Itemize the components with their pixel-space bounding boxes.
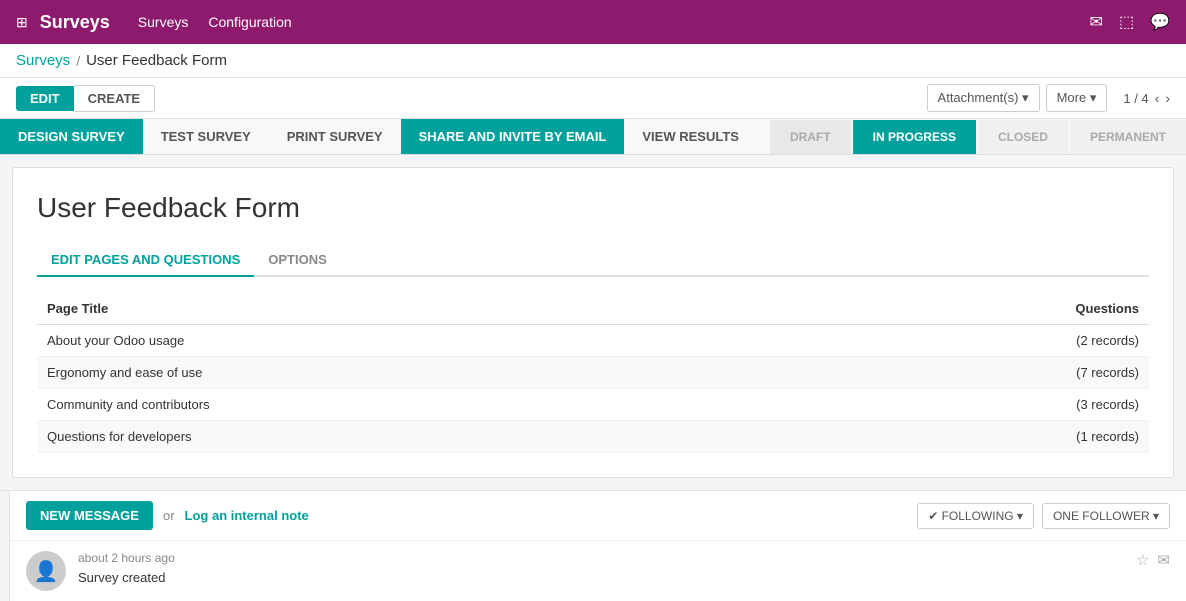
status-pipeline: DRAFT IN PROGRESS CLOSED PERMANENT <box>770 120 1186 154</box>
prev-button[interactable]: ‹ <box>1155 90 1160 106</box>
cell-questions: (3 records) <box>800 389 1149 421</box>
pagination: 1 / 4 ‹ › <box>1123 90 1170 106</box>
chat-icon[interactable]: 💬 <box>1150 12 1170 32</box>
app-grid-icon[interactable]: ⊞ <box>16 14 28 31</box>
login-icon[interactable]: ⬚ <box>1119 12 1134 32</box>
col-page-title: Page Title <box>37 293 800 325</box>
edit-button[interactable]: EDIT <box>16 86 74 111</box>
cell-page-title: About your Odoo usage <box>37 325 800 357</box>
message-actions: ☆ ✉ <box>1136 551 1170 569</box>
nav-configuration[interactable]: Configuration <box>208 14 291 30</box>
main-content: User Feedback Form EDIT PAGES AND QUESTI… <box>12 167 1174 478</box>
pages-table: Page Title Questions About your Odoo usa… <box>37 293 1149 453</box>
nav-links: Surveys Configuration <box>138 14 1090 30</box>
status-closed[interactable]: CLOSED <box>978 120 1068 154</box>
chatter-main: NEW MESSAGE or Log an internal note ✔ FO… <box>10 491 1186 601</box>
cell-questions: (7 records) <box>800 357 1149 389</box>
status-draft[interactable]: DRAFT <box>770 120 851 154</box>
table-row[interactable]: Community and contributors(3 records) <box>37 389 1149 421</box>
chatter: NEW MESSAGE or Log an internal note ✔ FO… <box>0 490 1186 601</box>
message-text: Survey created <box>78 570 165 585</box>
chatter-right-buttons: ✔ FOLLOWING ▾ ONE FOLLOWER ▾ <box>917 503 1170 529</box>
tab-view-results[interactable]: VIEW RESULTS <box>624 119 757 154</box>
brand-logo: Surveys <box>40 12 110 33</box>
breadcrumb: Surveys / User Feedback Form <box>0 44 1186 78</box>
top-nav: ⊞ Surveys Surveys Configuration ✉ ⬚ 💬 <box>0 0 1186 44</box>
nav-right-icons: ✉ ⬚ 💬 <box>1090 12 1170 32</box>
table-row[interactable]: About your Odoo usage(2 records) <box>37 325 1149 357</box>
email-icon[interactable]: ✉ <box>1090 12 1103 32</box>
cell-questions: (1 records) <box>800 421 1149 453</box>
inner-tabs: EDIT PAGES AND QUESTIONS OPTIONS <box>37 244 1149 277</box>
inner-tab-options[interactable]: OPTIONS <box>254 244 341 277</box>
breadcrumb-separator: / <box>76 53 80 69</box>
tab-print-survey[interactable]: PRINT SURVEY <box>269 119 401 154</box>
more-button[interactable]: More ▾ <box>1046 84 1108 112</box>
tab-share-invite[interactable]: SHARE AND INVITE BY EMAIL <box>401 119 625 154</box>
tab-test-survey[interactable]: TEST SURVEY <box>143 119 269 154</box>
tab-bar: DESIGN SURVEY TEST SURVEY PRINT SURVEY S… <box>0 119 1186 155</box>
create-button[interactable]: CREATE <box>74 85 155 112</box>
reply-icon[interactable]: ✉ <box>1157 551 1170 569</box>
cell-page-title: Ergonomy and ease of use <box>37 357 800 389</box>
chatter-message: 👤 about 2 hours ago Survey created ☆ ✉ <box>10 541 1186 601</box>
or-text: or <box>163 508 175 523</box>
new-message-button[interactable]: NEW MESSAGE <box>26 501 153 530</box>
message-time: about 2 hours ago <box>78 551 1124 565</box>
table-row[interactable]: Ergonomy and ease of use(7 records) <box>37 357 1149 389</box>
breadcrumb-current: User Feedback Form <box>86 52 227 69</box>
table-row[interactable]: Questions for developers(1 records) <box>37 421 1149 453</box>
star-icon[interactable]: ☆ <box>1136 551 1149 569</box>
chatter-actions: NEW MESSAGE or Log an internal note ✔ FO… <box>10 491 1186 541</box>
status-permanent[interactable]: PERMANENT <box>1070 120 1186 154</box>
nav-surveys[interactable]: Surveys <box>138 14 189 30</box>
col-questions: Questions <box>800 293 1149 325</box>
inner-tab-editpages[interactable]: EDIT PAGES AND QUESTIONS <box>37 244 254 277</box>
message-body: about 2 hours ago Survey created <box>78 551 1124 585</box>
cell-page-title: Questions for developers <box>37 421 800 453</box>
form-title: User Feedback Form <box>37 192 1149 224</box>
attachment-button[interactable]: Attachment(s) ▾ <box>927 84 1040 112</box>
follower-button[interactable]: ONE FOLLOWER ▾ <box>1042 503 1170 529</box>
log-note-link[interactable]: Log an internal note <box>185 508 309 523</box>
cell-page-title: Community and contributors <box>37 389 800 421</box>
tab-design-survey[interactable]: DESIGN SURVEY <box>0 119 143 154</box>
next-button[interactable]: › <box>1165 90 1170 106</box>
status-inprogress[interactable]: IN PROGRESS <box>853 120 976 154</box>
cell-questions: (2 records) <box>800 325 1149 357</box>
avatar: 👤 <box>26 551 66 591</box>
following-button[interactable]: ✔ FOLLOWING ▾ <box>917 503 1034 529</box>
pagination-count: 1 / 4 <box>1123 91 1148 106</box>
chatter-left-bar <box>0 491 10 601</box>
breadcrumb-parent[interactable]: Surveys <box>16 52 70 69</box>
action-bar: EDIT CREATE Attachment(s) ▾ More ▾ 1 / 4… <box>0 78 1186 119</box>
